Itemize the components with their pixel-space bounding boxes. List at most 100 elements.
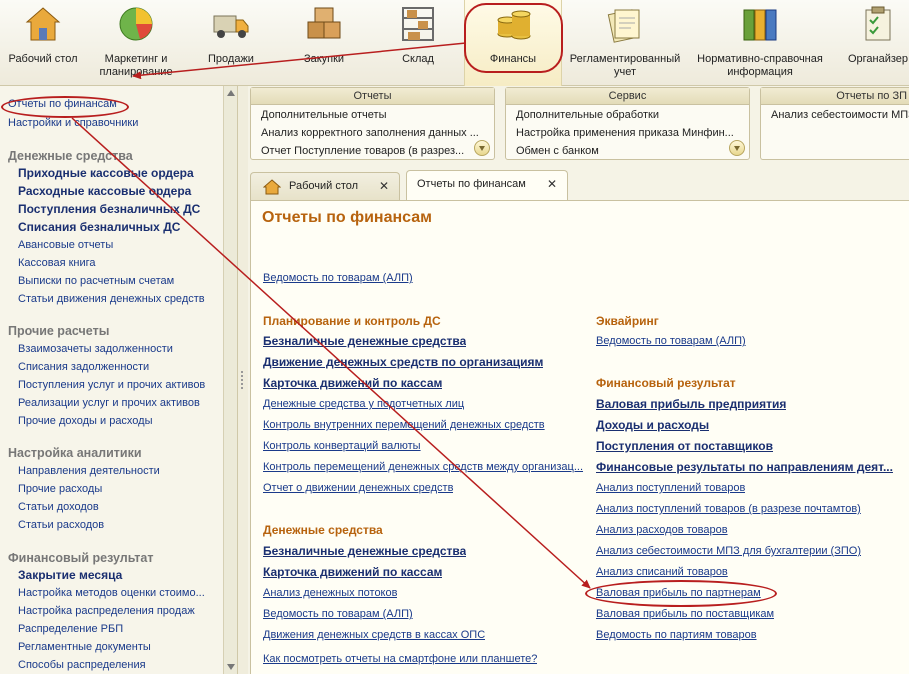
report-link[interactable]: Ведомость по товарам (АЛП) [263,608,413,620]
scroll-down-icon[interactable] [227,664,235,670]
scroll-up-icon[interactable] [227,90,235,96]
report-link[interactable]: Контроль внутренних перемещений денежных… [263,419,545,431]
report-link[interactable]: Анализ поступлений товаров [596,482,745,494]
panel-splitter[interactable] [238,86,248,674]
nav-scrollbar[interactable] [223,86,237,674]
report-link[interactable]: Анализ списаний товаров [596,566,728,578]
truck-icon [213,15,249,38]
nav-item[interactable]: Настройка распределения продаж [18,605,195,617]
home-icon [25,7,61,41]
nav-item[interactable]: Направления деятельности [18,465,160,477]
nav-item[interactable]: Кассовая книга [18,257,96,269]
section-sales[interactable]: Продажи [186,0,276,86]
report-link[interactable]: Валовая прибыль по поставщикам [596,608,774,620]
nav-item[interactable]: Статьи расходов [18,519,104,531]
report-link[interactable]: Безналичные денежные средства [263,334,466,348]
report-link-help[interactable]: Как посмотреть отчеты на смартфоне или п… [263,653,537,665]
page-title: Отчеты по финансам [262,209,432,226]
nav-item[interactable]: Способы распределения [18,659,146,671]
panel-item[interactable]: Дополнительные обработки [516,109,659,121]
nav-item[interactable]: Статьи движения денежных средств [18,293,205,305]
nav-item[interactable]: Регламентные документы [18,641,151,653]
report-link[interactable]: Карточка движений по кассам [263,565,442,579]
nav-link-finance-reports[interactable]: Отчеты по финансам [8,98,117,110]
nav-item[interactable]: Выписки по расчетным счетам [18,275,174,287]
panel-item[interactable]: Настройка применения приказа Минфин... [516,127,734,139]
nav-group-title: Денежные средства [8,149,133,163]
nav-item[interactable]: Списания задолженности [18,361,149,373]
nav-group-title: Настройка аналитики [8,446,142,460]
nav-item[interactable]: Взаимозачеты задолженности [18,343,173,355]
section-label: Рабочий стол [8,53,78,65]
report-link[interactable]: Контроль перемещений денежных средств ме… [263,461,585,473]
report-link[interactable]: Анализ денежных потоков [263,587,397,599]
report-link[interactable]: Движения денежных средств в кассах ОПС [263,629,485,641]
nav-item[interactable]: Приходные кассовые ордера [18,166,194,180]
section-organizer[interactable]: Органайзер [832,0,909,86]
nav-item[interactable]: Прочие расходы [18,483,102,495]
nav-link-settings[interactable]: Настройки и справочники [8,117,138,129]
report-link[interactable]: Финансовые результаты по направлениям де… [596,460,901,474]
panel-title: Сервис [506,88,749,105]
section-finance[interactable]: Финансы [464,0,562,86]
section-label: Склад [402,53,434,65]
nav-item[interactable]: Расходные кассовые ордера [18,184,191,198]
report-link[interactable]: Анализ поступлений товаров (в разрезе по… [596,503,861,515]
nav-item[interactable]: Прочие доходы и расходы [18,415,153,427]
nav-item[interactable]: Реализации услуг и прочих активов [18,397,200,409]
section-label: Нормативно-справочная информация [697,53,823,78]
close-icon[interactable]: ✕ [379,173,389,199]
tab-bar: Рабочий стол ✕ Отчеты по финансам ✕ [248,170,909,201]
section-label: Финансы [489,53,537,65]
navigation-panel: Отчеты по финансам Настройки и справочни… [0,86,238,674]
expand-more-icon[interactable] [474,140,490,156]
documents-icon [607,9,640,43]
close-icon[interactable]: ✕ [547,171,557,197]
nav-item[interactable]: Статьи доходов [18,501,99,513]
nav-item[interactable]: Поступления услуг и прочих активов [18,379,205,391]
boxes-icon [307,7,341,39]
report-link[interactable]: Безналичные денежные средства [263,544,466,558]
report-link[interactable]: Карточка движений по кассам [263,376,442,390]
section-reference-info[interactable]: Нормативно-справочная информация [688,0,832,86]
section-purchases[interactable]: Закупки [276,0,372,86]
section-label: Регламентированный учет [569,53,681,78]
nav-item[interactable]: Списания безналичных ДС [18,220,180,234]
nav-item[interactable]: Авансовые отчеты [18,239,113,251]
nav-item[interactable]: Закрытие месяца [18,568,122,582]
report-link[interactable]: Ведомость по партиям товаров [596,629,757,641]
section-warehouse[interactable]: Склад [372,0,464,86]
report-link[interactable]: Анализ расходов товаров [596,524,728,536]
pie-chart-icon [119,7,153,41]
report-group-title: Финансовый результат [596,376,736,390]
panel-item[interactable]: Анализ себестоимости МП3... [771,109,909,121]
tab-desktop[interactable]: Рабочий стол ✕ [250,172,400,200]
nav-item[interactable]: Настройка методов оценки стоимо... [18,587,205,599]
section-label: Маркетинг и планирование [99,53,173,78]
report-link[interactable]: Денежные средства у подотчетных лиц [263,398,464,410]
section-marketing[interactable]: Маркетинг и планирование [86,0,186,86]
report-link[interactable]: Движение денежных средств по организация… [263,355,543,369]
panel-item[interactable]: Анализ корректного заполнения данных ... [261,127,479,139]
report-link[interactable]: Отчет о движении денежных средств [263,482,453,494]
nav-group-title: Прочие расчеты [8,324,110,338]
report-group-title: Денежные средства [263,523,383,537]
tab-finance-reports[interactable]: Отчеты по финансам ✕ [406,170,568,201]
report-link[interactable]: Ведомость по товарам (АЛП) [596,335,746,347]
report-link[interactable]: Доходы и расходы [596,418,709,432]
expand-more-icon[interactable] [729,140,745,156]
report-link[interactable]: Анализ себестоимости МПЗ для бухгалтерии… [596,545,861,557]
section-regulated-accounting[interactable]: Регламентированный учет [562,0,688,86]
section-label: Органайзер [847,53,909,65]
report-link[interactable]: Валовая прибыль предприятия [596,397,786,411]
report-link[interactable]: Поступления от поставщиков [596,439,773,453]
report-link[interactable]: Ведомость по товарам (АЛП) [263,272,413,284]
report-link-gross-profit-by-partners[interactable]: Валовая прибыль по партнерам [596,587,761,599]
panel-item[interactable]: Обмен с банком [516,145,599,157]
report-link[interactable]: Контроль конвертаций валюты [263,440,421,452]
nav-item[interactable]: Поступления безналичных ДС [18,202,200,216]
nav-item[interactable]: Распределение РБП [18,623,123,635]
panel-item[interactable]: Дополнительные отчеты [261,109,386,121]
section-desktop[interactable]: Рабочий стол [0,0,86,86]
panel-item[interactable]: Отчет Поступление товаров (в разрез... [261,145,464,157]
